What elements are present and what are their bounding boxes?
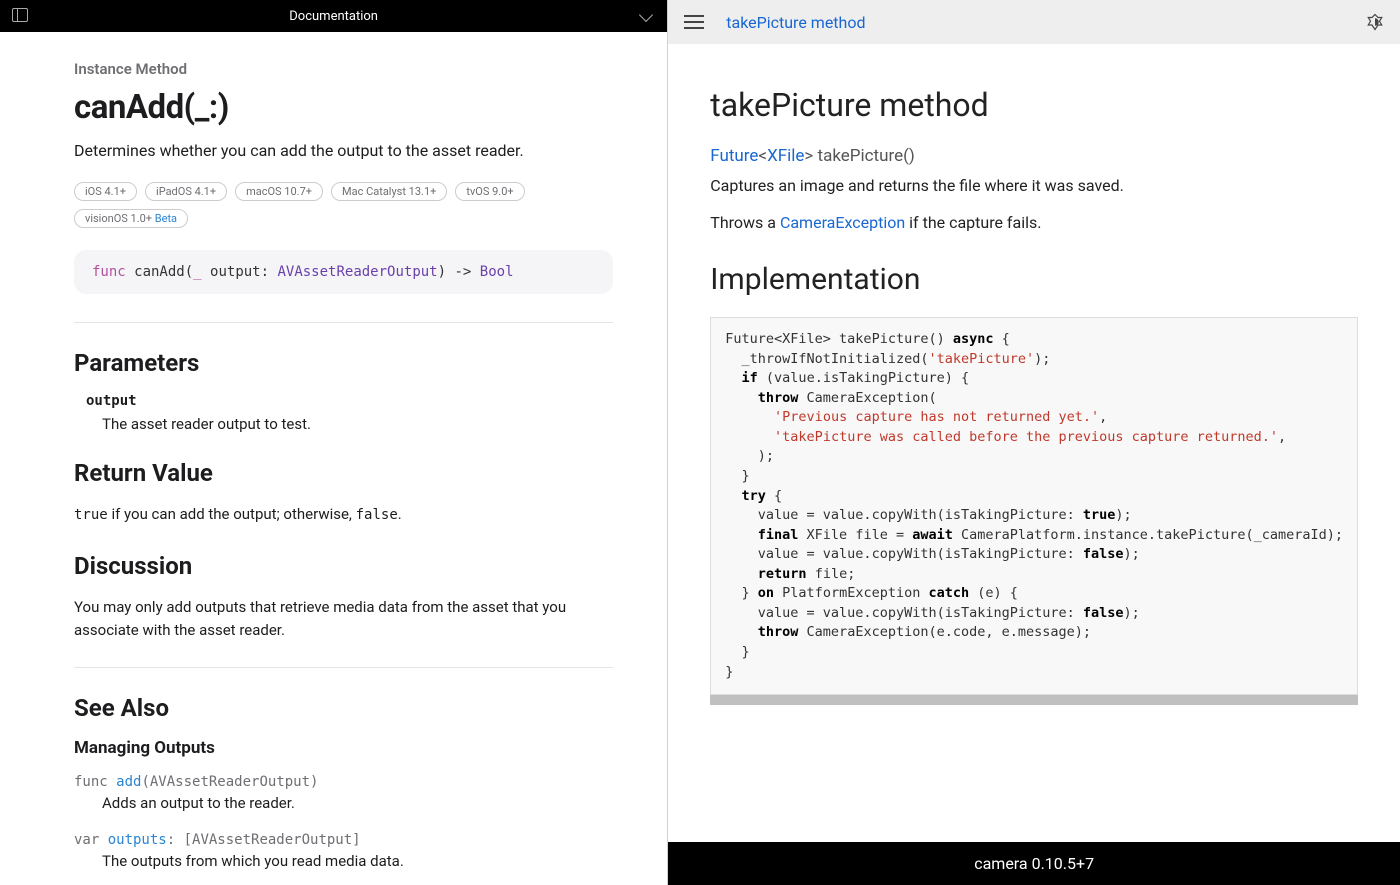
throws-line: Throws a CameraException if the capture … [710,213,1358,232]
divider [74,322,613,323]
see-also-item[interactable]: func add(AVAssetReaderOutput) [74,774,613,790]
platform-tag: macOS 10.7+ [235,182,323,201]
xfile-link[interactable]: XFile [767,146,804,166]
eyebrow: Instance Method [74,60,613,78]
see-also-list: func add(AVAssetReaderOutput) Adds an out… [74,774,613,870]
method-title: takePicture method [710,86,1358,124]
param-name: output [86,393,613,409]
see-also-item[interactable]: var outputs: [AVAssetReaderOutput] [74,832,613,848]
summary: Determines whether you can add the outpu… [74,141,613,160]
platform-tag: visionOS 1.0+ Beta [74,209,188,228]
page-title: canAdd(_:) [74,88,613,127]
breadcrumb[interactable]: takePicture method [726,13,865,32]
see-also-desc: Adds an output to the reader. [102,794,613,812]
see-also-desc: The outputs from which you read media da… [102,852,613,870]
return-value-heading: Return Value [74,459,613,487]
discussion-heading: Discussion [74,552,613,580]
platform-tag: iOS 4.1+ [74,182,137,201]
see-also-heading: See Also [74,694,613,722]
chevron-down-icon[interactable] [639,8,653,22]
platform-tags: iOS 4.1+ iPadOS 4.1+ macOS 10.7+ Mac Cataly… [74,182,613,228]
sidebar-toggle-icon[interactable] [12,8,28,22]
camera-exception-link[interactable]: CameraException [780,213,905,232]
left-header: Documentation [0,0,667,32]
dart-doc-pane: takePicture method takePicture method Fu… [668,0,1400,885]
parameters-heading: Parameters [74,349,613,377]
code-block: Future<XFile> takePicture() async { _thr… [710,317,1358,695]
platform-tag: iPadOS 4.1+ [145,182,227,201]
declaration: func canAdd(_ output: AVAssetReaderOutpu… [74,250,613,294]
method-description: Captures an image and returns the file w… [710,176,1358,195]
param-desc: The asset reader output to test. [102,415,613,433]
footer: camera 0.10.5+7 [668,842,1400,885]
return-value-body: true if you can add the output; otherwis… [74,503,613,526]
implementation-heading: Implementation [710,262,1358,297]
discussion-body: You may only add outputs that retrieve m… [74,596,613,641]
left-content: Instance Method canAdd(_:) Determines wh… [0,32,667,885]
menu-icon[interactable] [684,15,704,29]
apple-doc-pane: Documentation Instance Method canAdd(_:)… [0,0,668,885]
right-header: takePicture method [668,0,1400,44]
platform-tag: tvOS 9.0+ [455,182,524,201]
header-title: Documentation [289,9,378,24]
divider [74,667,613,668]
future-link[interactable]: Future [710,146,758,166]
package-version: camera 0.10.5+7 [974,854,1094,873]
platform-tag: Mac Catalyst 13.1+ [331,182,447,201]
brightness-icon[interactable] [1366,13,1384,31]
right-content: takePicture method Future<XFile> takePic… [668,44,1400,842]
horizontal-scrollbar[interactable] [710,695,1358,705]
method-signature: Future<XFile> takePicture() [710,146,1358,166]
see-also-subheading: Managing Outputs [74,738,613,758]
